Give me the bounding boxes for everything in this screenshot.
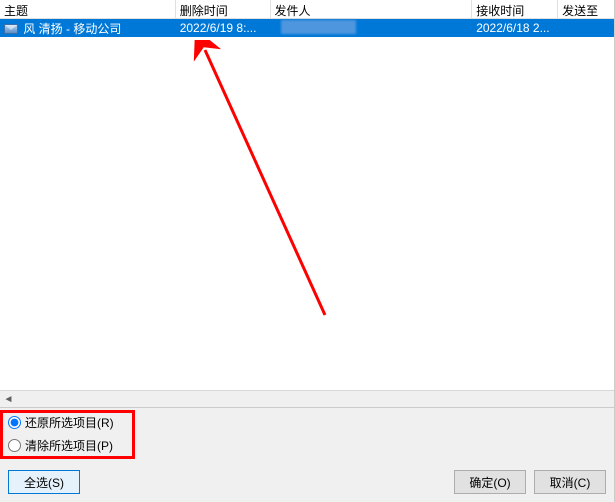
col-header-send-to[interactable]: 发送至 — [558, 0, 614, 18]
table-row[interactable]: 风 清扬 - 移动公司 2022/6/19 8:... 2022/6/18 2.… — [0, 19, 614, 37]
cell-deleted-time: 2022/6/19 8:... — [176, 20, 271, 36]
select-all-button[interactable]: 全选(S) — [8, 470, 80, 494]
horizontal-scrollbar[interactable]: ◄ — [0, 390, 614, 407]
cell-sender — [271, 18, 473, 38]
col-header-subject[interactable]: 主题 — [0, 0, 176, 18]
scroll-left-icon[interactable]: ◄ — [0, 391, 17, 407]
radio-restore-label: 还原所选项目(R) — [25, 414, 114, 431]
column-header-row: 主题 删除时间 发件人 接收时间 发送至 — [0, 0, 614, 19]
button-bar: 全选(S) 确定(O) 取消(C) — [8, 470, 606, 494]
col-header-received-time[interactable]: 接收时间 — [472, 0, 558, 18]
col-header-deleted-time[interactable]: 删除时间 — [176, 0, 271, 18]
col-header-sender[interactable]: 发件人 — [271, 0, 473, 18]
cell-received-time: 2022/6/18 2... — [472, 20, 558, 36]
cell-subject-text: 风 清扬 - 移动公司 — [23, 22, 121, 36]
ok-button[interactable]: 确定(O) — [454, 470, 526, 494]
radio-restore[interactable]: 还原所选项目(R) — [8, 414, 606, 431]
options-panel: 还原所选项目(R) 清除所选项目(P) 全选(S) 确定(O) 取消(C) — [0, 407, 615, 502]
mail-list-area: 主题 删除时间 发件人 接收时间 发送至 风 清扬 - 移动公司 2022/6/… — [0, 0, 615, 407]
cell-subject: 风 清扬 - 移动公司 — [0, 19, 176, 38]
cell-send-to — [558, 27, 614, 29]
cancel-button[interactable]: 取消(C) — [534, 470, 606, 494]
radio-purge-label: 清除所选项目(P) — [25, 437, 113, 454]
radio-purge[interactable]: 清除所选项目(P) — [8, 437, 606, 454]
mail-icon — [4, 24, 18, 34]
radio-restore-input[interactable] — [8, 416, 21, 429]
action-radio-group: 还原所选项目(R) 清除所选项目(P) — [8, 414, 606, 454]
sender-redacted — [281, 20, 356, 34]
radio-purge-input[interactable] — [8, 439, 21, 452]
annotation-arrow-icon — [135, 40, 355, 330]
